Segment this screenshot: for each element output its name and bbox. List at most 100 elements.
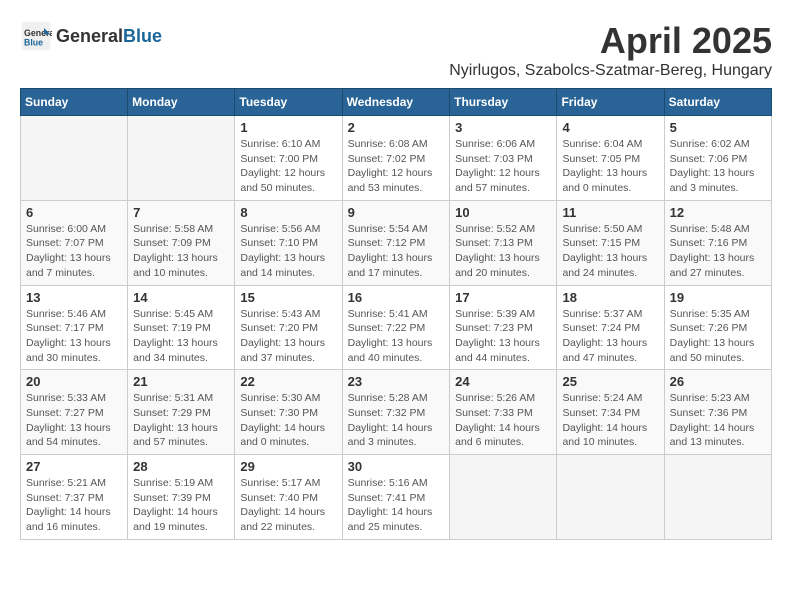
weekday-header-tuesday: Tuesday <box>235 89 342 116</box>
day-info: Sunrise: 5:45 AM Sunset: 7:19 PM Dayligh… <box>133 307 229 366</box>
calendar-cell: 11 Sunrise: 5:50 AM Sunset: 7:15 PM Dayli… <box>557 200 664 285</box>
calendar-cell: 27 Sunrise: 5:21 AM Sunset: 7:37 PM Dayli… <box>21 455 128 540</box>
day-info: Sunrise: 6:10 AM Sunset: 7:00 PM Dayligh… <box>240 137 336 196</box>
day-number: 1 <box>240 120 336 135</box>
day-number: 3 <box>455 120 551 135</box>
calendar-week-3: 13 Sunrise: 5:46 AM Sunset: 7:17 PM Dayli… <box>21 285 772 370</box>
day-info: Sunrise: 5:24 AM Sunset: 7:34 PM Dayligh… <box>562 391 658 450</box>
day-info: Sunrise: 6:08 AM Sunset: 7:02 PM Dayligh… <box>348 137 445 196</box>
calendar-cell: 20 Sunrise: 5:33 AM Sunset: 7:27 PM Dayli… <box>21 370 128 455</box>
day-number: 16 <box>348 290 445 305</box>
day-number: 5 <box>670 120 766 135</box>
weekday-header-friday: Friday <box>557 89 664 116</box>
day-number: 27 <box>26 459 122 474</box>
day-number: 2 <box>348 120 445 135</box>
calendar-week-5: 27 Sunrise: 5:21 AM Sunset: 7:37 PM Dayli… <box>21 455 772 540</box>
calendar-cell: 3 Sunrise: 6:06 AM Sunset: 7:03 PM Daylig… <box>450 116 557 201</box>
calendar-week-1: 1 Sunrise: 6:10 AM Sunset: 7:00 PM Daylig… <box>21 116 772 201</box>
weekday-header-thursday: Thursday <box>450 89 557 116</box>
day-number: 12 <box>670 205 766 220</box>
day-number: 9 <box>348 205 445 220</box>
day-number: 29 <box>240 459 336 474</box>
day-info: Sunrise: 5:19 AM Sunset: 7:39 PM Dayligh… <box>133 476 229 535</box>
day-info: Sunrise: 5:37 AM Sunset: 7:24 PM Dayligh… <box>562 307 658 366</box>
day-info: Sunrise: 5:23 AM Sunset: 7:36 PM Dayligh… <box>670 391 766 450</box>
day-info: Sunrise: 6:04 AM Sunset: 7:05 PM Dayligh… <box>562 137 658 196</box>
calendar-cell <box>128 116 235 201</box>
day-number: 22 <box>240 374 336 389</box>
logo: General Blue GeneralBlue <box>20 20 162 52</box>
day-info: Sunrise: 5:46 AM Sunset: 7:17 PM Dayligh… <box>26 307 122 366</box>
calendar-cell: 16Sunrise: 5:41 AM Sunset: 7:22 PM Dayli… <box>342 285 450 370</box>
calendar-cell: 15 Sunrise: 5:43 AM Sunset: 7:20 PM Dayli… <box>235 285 342 370</box>
day-info: Sunrise: 5:16 AM Sunset: 7:41 PM Dayligh… <box>348 476 445 535</box>
day-number: 14 <box>133 290 229 305</box>
day-info: Sunrise: 5:58 AM Sunset: 7:09 PM Dayligh… <box>133 222 229 281</box>
calendar-cell: 28 Sunrise: 5:19 AM Sunset: 7:39 PM Dayli… <box>128 455 235 540</box>
day-number: 26 <box>670 374 766 389</box>
calendar-cell: 10 Sunrise: 5:52 AM Sunset: 7:13 PM Dayli… <box>450 200 557 285</box>
day-info: Sunrise: 5:50 AM Sunset: 7:15 PM Dayligh… <box>562 222 658 281</box>
day-number: 19 <box>670 290 766 305</box>
day-info: Sunrise: 5:35 AM Sunset: 7:26 PM Dayligh… <box>670 307 766 366</box>
calendar-cell: 25 Sunrise: 5:24 AM Sunset: 7:34 PM Dayli… <box>557 370 664 455</box>
day-number: 15 <box>240 290 336 305</box>
calendar-cell: 6 Sunrise: 6:00 AM Sunset: 7:07 PM Daylig… <box>21 200 128 285</box>
day-number: 10 <box>455 205 551 220</box>
day-info: Sunrise: 6:00 AM Sunset: 7:07 PM Dayligh… <box>26 222 122 281</box>
calendar-cell: 7 Sunrise: 5:58 AM Sunset: 7:09 PM Daylig… <box>128 200 235 285</box>
calendar-cell <box>557 455 664 540</box>
day-number: 21 <box>133 374 229 389</box>
calendar-cell: 14 Sunrise: 5:45 AM Sunset: 7:19 PM Dayli… <box>128 285 235 370</box>
day-info: Sunrise: 5:33 AM Sunset: 7:27 PM Dayligh… <box>26 391 122 450</box>
calendar-cell: 17 Sunrise: 5:39 AM Sunset: 7:23 PM Dayli… <box>450 285 557 370</box>
logo-icon: General Blue <box>20 20 52 52</box>
weekday-header-monday: Monday <box>128 89 235 116</box>
calendar-cell: 29Sunrise: 5:17 AM Sunset: 7:40 PM Dayli… <box>235 455 342 540</box>
weekday-header-wednesday: Wednesday <box>342 89 450 116</box>
day-number: 4 <box>562 120 658 135</box>
calendar-cell <box>450 455 557 540</box>
calendar-cell: 2 Sunrise: 6:08 AM Sunset: 7:02 PM Daylig… <box>342 116 450 201</box>
calendar-table: SundayMondayTuesdayWednesdayThursdayFrid… <box>20 88 772 540</box>
calendar-cell: 9 Sunrise: 5:54 AM Sunset: 7:12 PM Daylig… <box>342 200 450 285</box>
weekday-header-sunday: Sunday <box>21 89 128 116</box>
day-info: Sunrise: 6:06 AM Sunset: 7:03 PM Dayligh… <box>455 137 551 196</box>
day-info: Sunrise: 5:39 AM Sunset: 7:23 PM Dayligh… <box>455 307 551 366</box>
calendar-cell: 19 Sunrise: 5:35 AM Sunset: 7:26 PM Dayli… <box>664 285 771 370</box>
day-number: 13 <box>26 290 122 305</box>
day-number: 20 <box>26 374 122 389</box>
day-info: Sunrise: 5:43 AM Sunset: 7:20 PM Dayligh… <box>240 307 336 366</box>
calendar-body: 1 Sunrise: 6:10 AM Sunset: 7:00 PM Daylig… <box>21 116 772 540</box>
day-info: Sunrise: 5:26 AM Sunset: 7:33 PM Dayligh… <box>455 391 551 450</box>
day-info: Sunrise: 5:28 AM Sunset: 7:32 PM Dayligh… <box>348 391 445 450</box>
calendar-cell: 22Sunrise: 5:30 AM Sunset: 7:30 PM Dayli… <box>235 370 342 455</box>
day-number: 11 <box>562 205 658 220</box>
logo-text-blue: Blue <box>123 26 162 46</box>
day-number: 25 <box>562 374 658 389</box>
day-info: Sunrise: 5:52 AM Sunset: 7:13 PM Dayligh… <box>455 222 551 281</box>
day-info: Sunrise: 5:31 AM Sunset: 7:29 PM Dayligh… <box>133 391 229 450</box>
calendar-cell: 1 Sunrise: 6:10 AM Sunset: 7:00 PM Daylig… <box>235 116 342 201</box>
day-number: 23 <box>348 374 445 389</box>
day-number: 24 <box>455 374 551 389</box>
day-number: 8 <box>240 205 336 220</box>
calendar-cell: 13 Sunrise: 5:46 AM Sunset: 7:17 PM Dayli… <box>21 285 128 370</box>
calendar-cell: 21 Sunrise: 5:31 AM Sunset: 7:29 PM Dayli… <box>128 370 235 455</box>
calendar-cell: 18Sunrise: 5:37 AM Sunset: 7:24 PM Dayli… <box>557 285 664 370</box>
weekday-header-row: SundayMondayTuesdayWednesdayThursdayFrid… <box>21 89 772 116</box>
day-info: Sunrise: 6:02 AM Sunset: 7:06 PM Dayligh… <box>670 137 766 196</box>
day-info: Sunrise: 5:54 AM Sunset: 7:12 PM Dayligh… <box>348 222 445 281</box>
day-number: 30 <box>348 459 445 474</box>
day-number: 6 <box>26 205 122 220</box>
day-number: 7 <box>133 205 229 220</box>
day-info: Sunrise: 5:21 AM Sunset: 7:37 PM Dayligh… <box>26 476 122 535</box>
calendar-cell: 24 Sunrise: 5:26 AM Sunset: 7:33 PM Dayli… <box>450 370 557 455</box>
svg-text:Blue: Blue <box>24 38 43 48</box>
day-number: 17 <box>455 290 551 305</box>
logo-text-general: General <box>56 26 123 46</box>
day-info: Sunrise: 5:56 AM Sunset: 7:10 PM Dayligh… <box>240 222 336 281</box>
day-info: Sunrise: 5:48 AM Sunset: 7:16 PM Dayligh… <box>670 222 766 281</box>
day-number: 28 <box>133 459 229 474</box>
calendar-week-2: 6 Sunrise: 6:00 AM Sunset: 7:07 PM Daylig… <box>21 200 772 285</box>
